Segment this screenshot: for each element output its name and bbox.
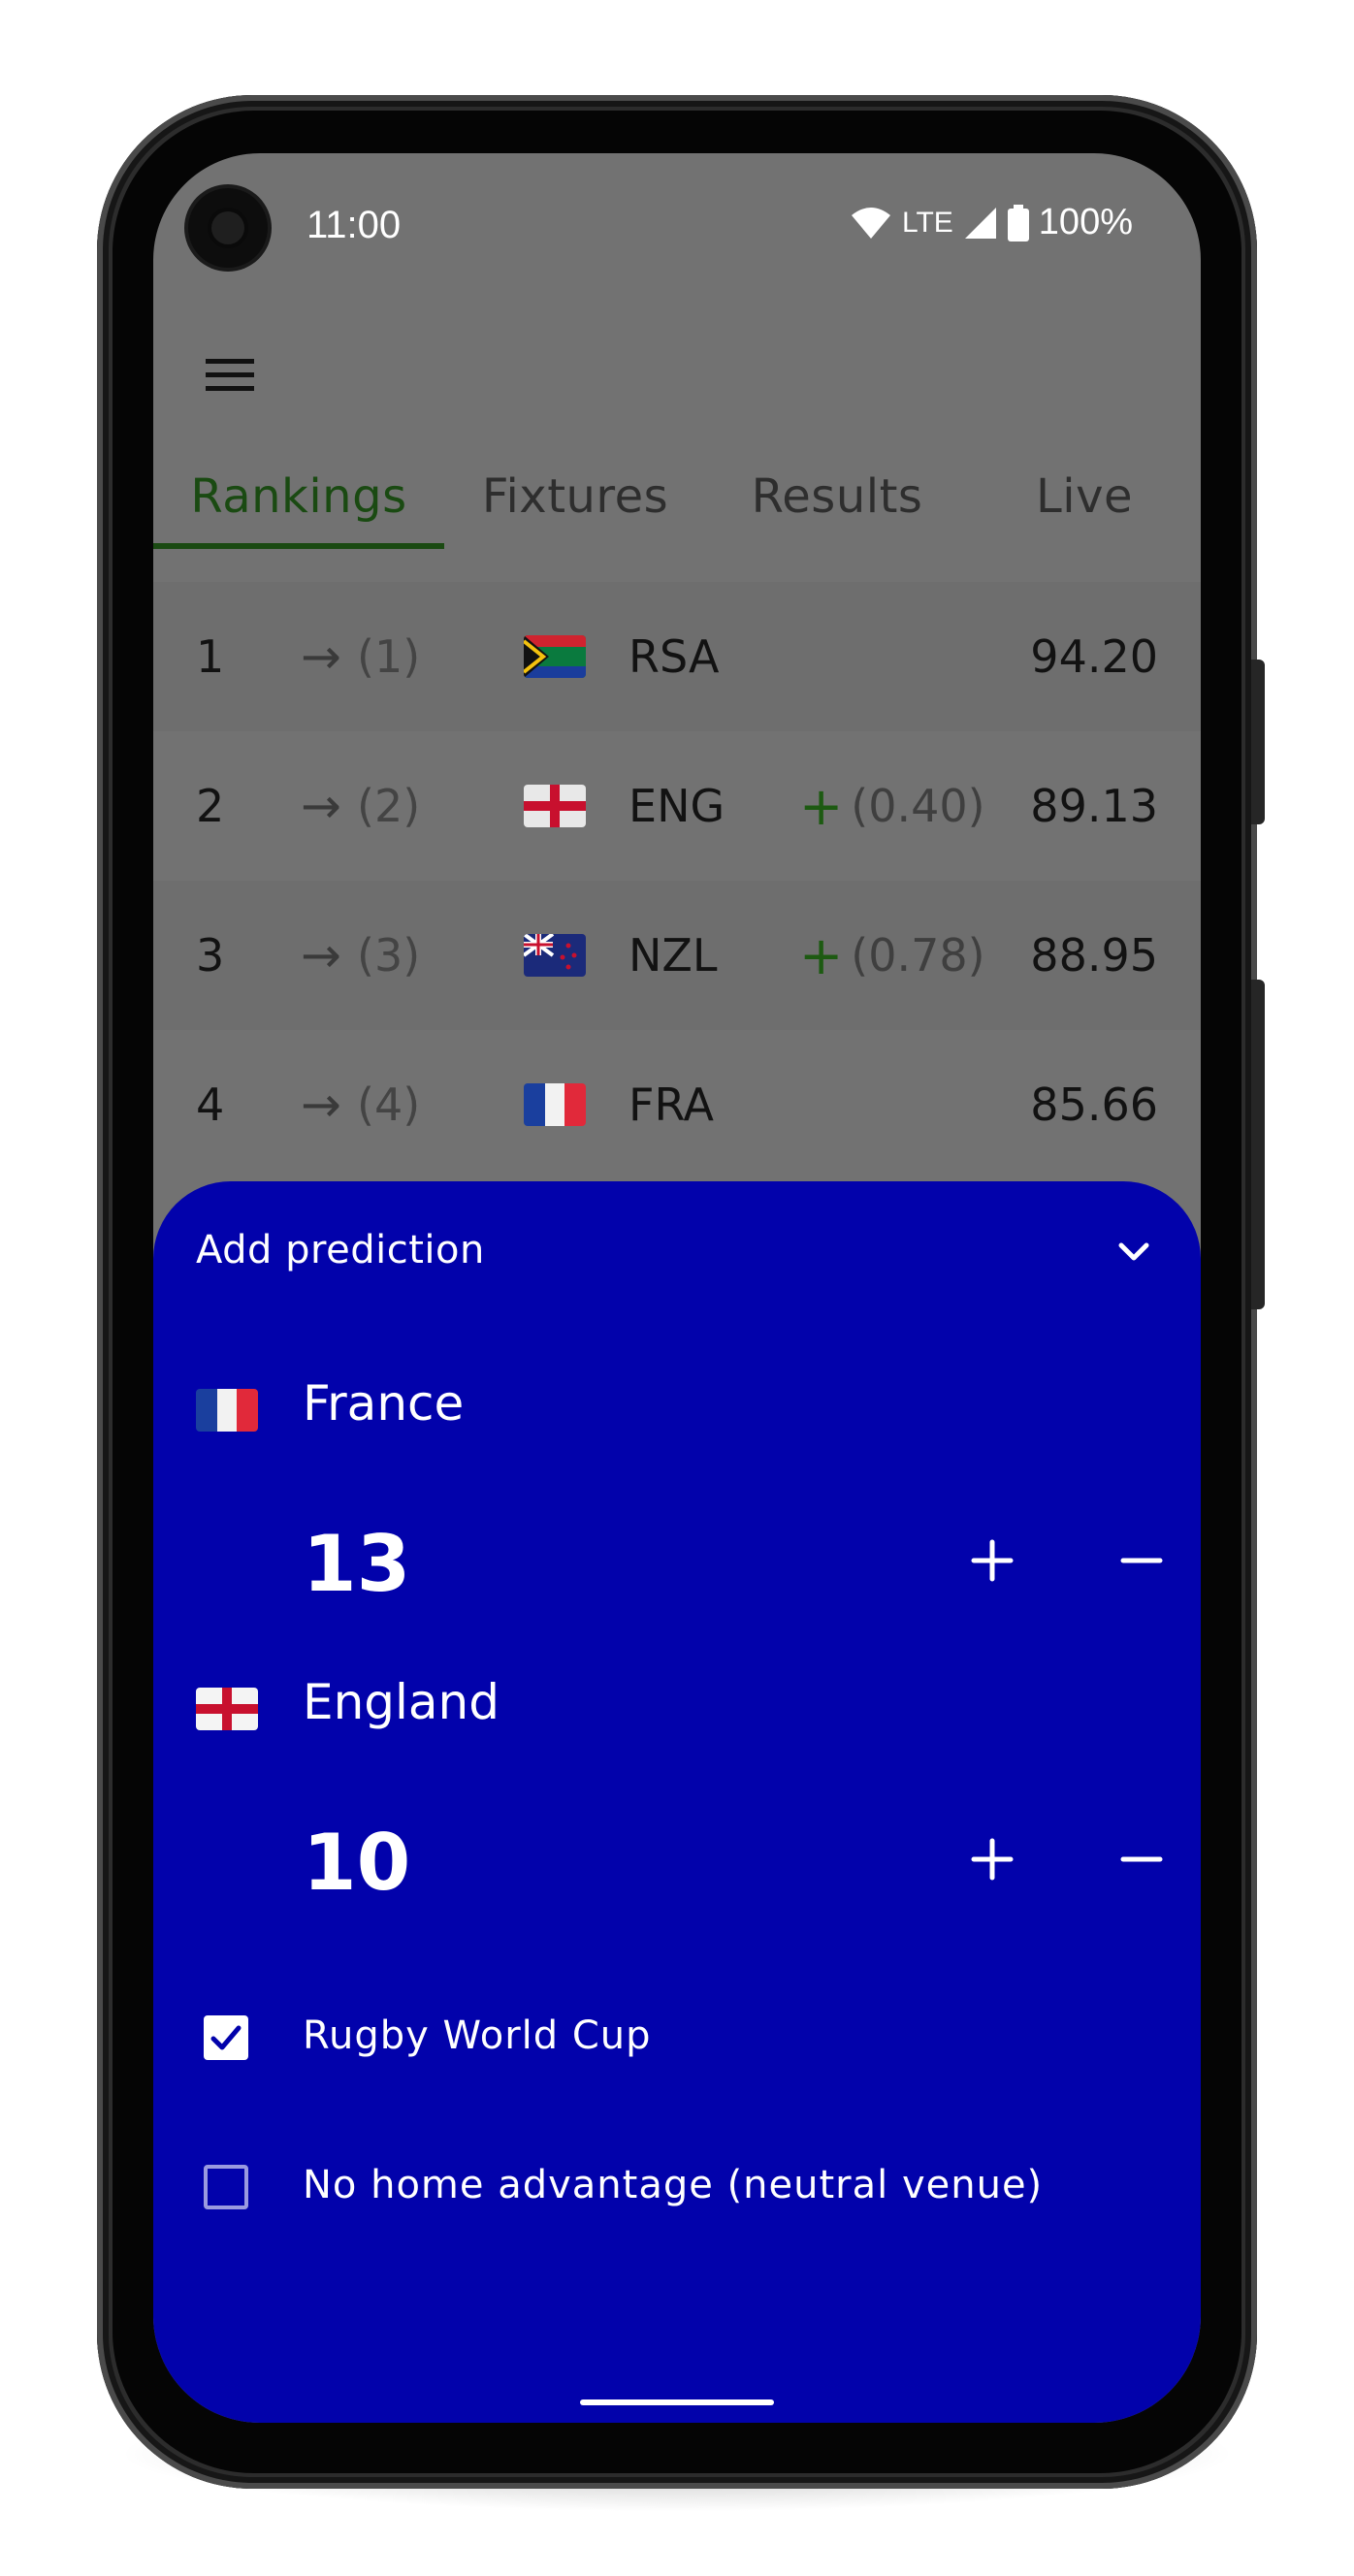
points-change: (0.40) xyxy=(851,780,985,832)
rank-position: 1 xyxy=(196,630,225,683)
status-icons: LTE 100% xyxy=(850,202,1133,243)
neutral-venue-label[interactable]: No home advantage (neutral venue) xyxy=(303,2163,1043,2207)
network-type: LTE xyxy=(902,206,953,239)
ranking-row[interactable]: 1 → (1) RSA 94.20 xyxy=(153,582,1201,731)
rank-position: 2 xyxy=(196,780,225,832)
rugby-world-cup-label[interactable]: Rugby World Cup xyxy=(303,2013,652,2058)
active-tab-indicator xyxy=(153,543,444,549)
ranking-row[interactable]: 4 → (4) FRA 85.66 xyxy=(153,1030,1201,1179)
rank-previous: (4) xyxy=(357,1079,421,1131)
rank-previous: (3) xyxy=(357,929,421,982)
rank-position: 4 xyxy=(196,1079,225,1131)
menu-icon[interactable] xyxy=(202,347,256,402)
england-flag xyxy=(196,1688,258,1730)
rank-previous: (2) xyxy=(357,780,421,832)
sheet-title: Add prediction xyxy=(196,1228,485,1272)
arrow-right-icon: → xyxy=(301,628,341,685)
plus-icon: + xyxy=(799,924,844,986)
team-code: FRA xyxy=(629,1079,715,1131)
arrow-right-icon: → xyxy=(301,927,341,983)
ranking-row[interactable]: 3 → (3) NZL + (0.78) 88.95 xyxy=(153,881,1201,1030)
rank-points: 94.20 xyxy=(1030,630,1158,683)
home-team-score: 13 xyxy=(303,1519,411,1609)
tab-bar: Rankings Fixtures Results Live xyxy=(153,444,1201,549)
home-score-minus-icon[interactable] xyxy=(1108,1527,1176,1594)
tab-rankings[interactable]: Rankings xyxy=(153,444,444,549)
away-score-plus-icon[interactable] xyxy=(958,1825,1026,1893)
neutral-venue-checkbox[interactable] xyxy=(204,2165,248,2209)
france-flag xyxy=(524,1030,588,1179)
prediction-sheet: Add prediction France 13 England 10 Rugb… xyxy=(153,1181,1201,2423)
gesture-nav-handle[interactable] xyxy=(580,2399,774,2405)
arrow-right-icon: → xyxy=(301,778,341,834)
home-team-name: France xyxy=(303,1375,465,1432)
check-icon xyxy=(210,2025,242,2050)
power-button xyxy=(1251,660,1265,824)
home-score-plus-icon[interactable] xyxy=(958,1527,1026,1594)
rugby-world-cup-checkbox[interactable] xyxy=(204,2015,248,2060)
rank-change: + (0.40) xyxy=(799,731,985,881)
france-flag xyxy=(196,1389,258,1432)
rank-position: 3 xyxy=(196,929,225,982)
app-screen: 11:00 LTE 100% Rankings Fixtures Results… xyxy=(153,153,1201,2423)
team-code: RSA xyxy=(629,630,720,683)
battery-level: 100% xyxy=(1038,202,1133,242)
rank-points: 89.13 xyxy=(1030,780,1158,832)
status-bar: 11:00 LTE 100% xyxy=(153,153,1201,308)
away-team-name: England xyxy=(303,1674,500,1730)
status-time: 11:00 xyxy=(306,204,402,246)
team-code: ENG xyxy=(629,780,725,832)
rank-points: 85.66 xyxy=(1030,1079,1158,1131)
rank-previous: (1) xyxy=(357,630,421,683)
england-flag xyxy=(524,731,588,881)
rank-change: + (0.78) xyxy=(799,881,985,1030)
south-africa-flag xyxy=(524,582,588,731)
points-change: (0.78) xyxy=(851,929,985,982)
away-team-score: 10 xyxy=(303,1818,411,1908)
tab-fixtures[interactable]: Fixtures xyxy=(444,444,706,549)
wifi-icon xyxy=(852,207,890,239)
arrow-right-icon: → xyxy=(301,1077,341,1133)
front-camera xyxy=(188,188,268,268)
away-team-flag xyxy=(196,1688,258,1730)
signal-icon xyxy=(964,207,996,239)
ranking-row[interactable]: 2 → (2) ENG + (0.40) 89.13 xyxy=(153,731,1201,881)
away-score-minus-icon[interactable] xyxy=(1108,1825,1176,1893)
new-zealand-flag xyxy=(524,881,588,1030)
home-team-flag xyxy=(196,1389,258,1432)
plus-icon: + xyxy=(799,775,844,837)
rank-points: 88.95 xyxy=(1030,929,1158,982)
tab-results[interactable]: Results xyxy=(706,444,968,549)
volume-button xyxy=(1251,980,1265,1309)
chevron-down-icon[interactable] xyxy=(1110,1228,1158,1276)
tab-live[interactable]: Live xyxy=(968,444,1201,549)
team-code: NZL xyxy=(629,929,718,982)
battery-icon xyxy=(1007,204,1029,242)
